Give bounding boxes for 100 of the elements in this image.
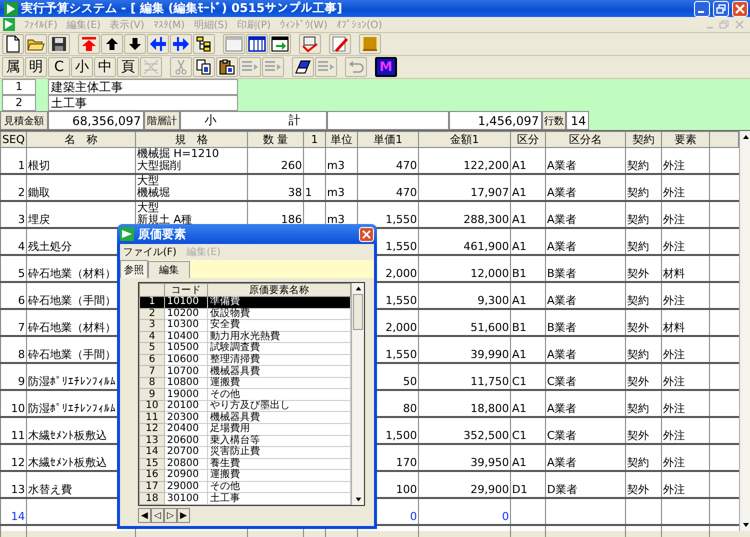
navigation-button[interactable]: ◀ [138,508,151,523]
paste-icon[interactable] [216,57,238,77]
column-header[interactable]: 契約 [626,132,662,148]
check-icon[interactable] [299,34,321,54]
name-cell: 仮設物費 [210,308,250,319]
seq-cell: 9 [18,375,25,388]
seq-cell: 4 [18,240,25,253]
copy-icon[interactable] [193,57,215,77]
row-number: 5 [148,342,156,354]
navigation-button[interactable]: ◁ [151,508,164,523]
toolbar-button[interactable]: 属 [2,57,24,77]
code-cell: 10600 [167,354,199,365]
contract-cell: 契約 [627,240,649,253]
element-cell: 外注 [663,240,685,253]
pencil-icon[interactable] [329,34,351,54]
name-cell: 木繊ｾﾒﾝﾄ板敷込 [28,456,107,469]
contract-cell: 契約 [627,159,649,172]
column-header[interactable]: 数 量 [248,132,304,148]
amount-cell: 51,600 [470,321,509,334]
column-header[interactable]: 規 格 [136,132,248,148]
save-icon[interactable] [48,34,70,54]
navigation-button[interactable]: ▷ [164,508,177,523]
category-name-cell: A業者 [547,348,577,361]
open-folder-icon[interactable] [25,34,47,54]
quantity-cell: 38 [288,186,302,199]
document-window-controls-icon [705,20,745,30]
category-cell: B1 [512,267,527,280]
export-icon[interactable] [269,34,291,54]
name-cell: 動力用水光熱費 [210,330,280,342]
row-number: 10 [146,400,158,412]
category-name-cell: A業者 [547,213,577,226]
category-cell: C1 [512,375,527,388]
contract-cell: 契外 [627,321,649,334]
eraser-icon[interactable] [292,57,314,77]
name-cell: 砕石地業（手間） [28,348,116,361]
name-cell: 水替え費 [28,483,72,496]
close-button[interactable] [359,226,374,242]
column-header[interactable]: 原価要素名称 [208,284,350,296]
toolbar-button[interactable]: C [48,57,70,77]
amount-cell: 122,200 [464,159,509,172]
toolbar-button[interactable]: 中 [94,57,116,77]
element-cell: 外注 [663,456,685,469]
column-header[interactable]: SEQ [0,132,26,148]
scroll-thumb[interactable] [353,294,363,330]
toolbar-button[interactable]: 明 [25,57,47,77]
row-number: 18 [146,492,158,504]
level-name-field[interactable]: 建築主体工事 [48,79,238,95]
code-cell: 10100 [167,296,199,308]
striped-pad-icon[interactable] [359,34,381,54]
menu-item[interactable]: ファイル(F) [123,245,177,259]
column-header[interactable]: 金額1 [418,132,510,148]
column-header[interactable]: 1 [304,132,326,148]
tab[interactable]: 参照 [120,260,148,278]
unit-price-cell: 1,500 [386,429,417,442]
code-cell: 20400 [167,423,199,434]
spec-line: 大型 [137,202,160,214]
row-number: 7 [148,366,156,377]
category-cell: A1 [512,240,527,253]
column-header[interactable]: 単位 [326,132,358,148]
unit-price-cell: 80 [403,402,417,415]
code-cell: 10800 [167,377,199,388]
navigation-button[interactable]: ▶ [177,508,190,523]
column-header[interactable]: 区分 [510,132,546,148]
m-button[interactable]: M [375,57,397,77]
app-icon [120,227,134,241]
category-name-cell: A業者 [547,294,577,307]
restore-button[interactable] [713,0,729,16]
restore-icon [716,4,726,14]
name-cell: 木繊ｾﾒﾝﾄ板敷込 [28,429,107,442]
scrollbar[interactable] [351,283,364,505]
category-cell: D1 [512,483,528,496]
tab[interactable]: 編集 [148,261,190,278]
flag-cell: 1 [305,186,312,199]
unit-price-cell: 2,000 [386,321,417,334]
column-header[interactable]: 単価1 [358,132,418,148]
column-header[interactable]: コード [164,284,208,296]
column-header[interactable]: 区分名 [546,132,626,148]
scrollbar[interactable] [739,131,750,531]
row-number: 4 [148,330,156,342]
new-document-icon[interactable] [2,34,24,54]
row-number: 15 [146,458,158,469]
toolbar-button[interactable]: 小 [71,57,93,77]
row-number: 2 [148,308,156,319]
unit-price-cell: 100 [396,483,417,496]
tree-icon[interactable] [193,34,215,54]
minimize-button[interactable] [694,0,710,16]
toolbar-button[interactable]: 頁 [117,57,139,77]
amount-cell: 0 [502,510,509,523]
column-header[interactable]: 名 称 [26,132,136,148]
category-name-cell: A業者 [547,159,577,172]
amount-cell: 352,500 [464,429,509,442]
column-header[interactable]: 要素 [662,132,710,148]
amount-cell: 17,907 [470,186,509,199]
level-name-field[interactable]: 土工事 [48,95,238,111]
close-button[interactable] [732,0,748,16]
name-cell: 運搬費 [210,377,240,388]
amount-cell: 39,990 [470,348,509,361]
app-icon [4,2,18,16]
code-cell: 10500 [167,342,199,354]
row-number: 1 [148,296,156,308]
